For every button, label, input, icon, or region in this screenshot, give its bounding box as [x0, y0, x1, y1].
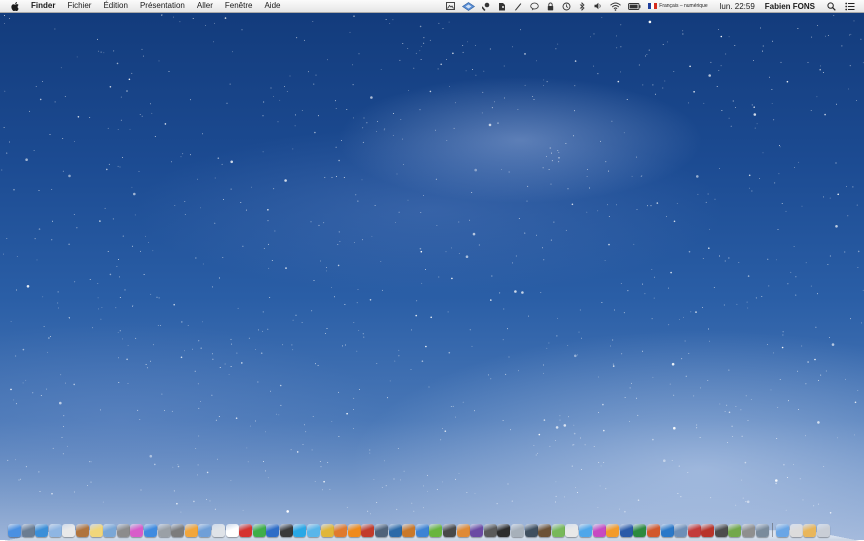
word-icon[interactable] [619, 524, 633, 537]
steam-icon[interactable] [375, 524, 389, 537]
dock [4, 520, 860, 541]
photoshop-icon[interactable] [388, 524, 402, 537]
speech-bubble-icon[interactable] [529, 1, 539, 11]
keychain-icon[interactable] [742, 524, 756, 537]
messages-icon[interactable] [578, 524, 592, 537]
illustrator-icon[interactable] [402, 524, 416, 537]
garageband-icon[interactable] [456, 524, 470, 537]
fast-user-switch[interactable]: Fabien FONS [765, 2, 815, 11]
launchpad-icon[interactable] [21, 524, 35, 537]
wifi-icon[interactable] [609, 1, 621, 11]
contacts-icon[interactable] [75, 524, 89, 537]
twitter-icon[interactable] [307, 524, 321, 537]
vlc-icon[interactable] [347, 524, 361, 537]
menu-clock[interactable]: lun. 22:59 [720, 2, 755, 11]
menu-aller[interactable]: Aller [191, 0, 219, 12]
photos-icon[interactable] [103, 524, 117, 537]
filezilla-icon[interactable] [701, 524, 715, 537]
game-center-icon[interactable] [592, 524, 606, 537]
imovie-icon[interactable] [470, 524, 484, 537]
outlook-icon[interactable] [660, 524, 674, 537]
app-store-icon[interactable] [143, 524, 157, 537]
vmware-icon[interactable] [674, 524, 688, 537]
console-icon[interactable] [524, 524, 538, 537]
volume-icon[interactable] [593, 1, 603, 11]
trash-icon[interactable] [817, 524, 831, 537]
powerpoint-icon[interactable] [646, 524, 660, 537]
downloads-stack-icon[interactable] [803, 524, 817, 537]
pages-icon[interactable] [184, 524, 198, 537]
safari-icon[interactable] [35, 524, 49, 537]
calendar-icon[interactable] [62, 524, 76, 537]
dock-separator[interactable] [772, 523, 774, 537]
firefox-icon[interactable] [334, 524, 348, 537]
mail-icon[interactable] [48, 524, 62, 537]
notification-center-icon[interactable] [845, 1, 855, 11]
image-capture-icon[interactable] [445, 1, 455, 11]
maps-icon[interactable] [551, 524, 565, 537]
numbers-icon[interactable] [211, 524, 225, 537]
excel-icon[interactable] [633, 524, 647, 537]
chrome-icon[interactable] [320, 524, 334, 537]
menu-bar: Finder Fichier Édition Présentation Alle… [0, 0, 864, 13]
starfield-wallpaper [1, 14, 864, 515]
system-preferences-icon[interactable] [171, 524, 185, 537]
bluetooth-icon[interactable] [577, 1, 587, 11]
battery-icon[interactable] [627, 1, 641, 11]
evernote-icon[interactable] [497, 1, 507, 11]
preview-icon[interactable] [116, 524, 130, 537]
itunes-icon[interactable] [130, 524, 144, 537]
dropbox-icon[interactable] [461, 1, 475, 11]
spotlight-search-icon[interactable] [826, 1, 836, 11]
keynote-icon[interactable] [198, 524, 212, 537]
documents-stack-icon[interactable] [789, 524, 803, 537]
utilities-icon[interactable] [755, 524, 769, 537]
aperture-icon[interactable] [443, 524, 456, 537]
wrench-icon[interactable] [481, 1, 491, 11]
parallels-icon[interactable] [687, 524, 701, 537]
lock-icon[interactable] [545, 1, 555, 11]
reminders-icon[interactable] [565, 524, 579, 537]
menu-app-finder[interactable]: Finder [25, 0, 61, 12]
dropbox-app-icon[interactable] [415, 524, 429, 537]
menu-fenetre[interactable]: Fenêtre [219, 0, 259, 12]
input-source-menu[interactable]: Français – numérique [648, 3, 708, 9]
french-flag-icon [648, 3, 658, 9]
spotify-icon[interactable] [429, 524, 443, 537]
notes-icon[interactable] [89, 524, 103, 537]
time-machine-icon[interactable] [561, 1, 571, 11]
menu-aide[interactable]: Aide [258, 0, 286, 12]
ibooks-icon[interactable] [606, 524, 620, 537]
desktop-wallpaper [0, 0, 864, 540]
disk-utility-icon[interactable] [510, 524, 524, 537]
applications-folder-icon[interactable] [776, 524, 790, 537]
coda-icon[interactable] [728, 524, 742, 537]
activity-monitor-icon[interactable] [497, 524, 511, 537]
textedit-icon[interactable] [225, 524, 239, 537]
menu-fichier[interactable]: Fichier [61, 0, 97, 12]
menu-presentation[interactable]: Présentation [134, 0, 191, 12]
sublime-text-icon[interactable] [714, 524, 728, 537]
terminal-icon[interactable] [279, 524, 293, 537]
input-source-label: Français – numérique [659, 3, 708, 9]
transmission-icon[interactable] [361, 524, 375, 537]
pen-icon[interactable] [513, 1, 523, 11]
calculator-icon[interactable] [483, 524, 497, 537]
xcode-icon[interactable] [266, 524, 280, 537]
apple-menu-icon[interactable] [10, 0, 19, 12]
facetime-icon[interactable] [157, 524, 171, 537]
dock-icons [8, 521, 831, 537]
evernote-app-icon[interactable] [252, 524, 266, 537]
chess-icon[interactable] [538, 524, 552, 537]
dictionary-icon[interactable] [239, 524, 253, 537]
finder-icon[interactable] [8, 524, 21, 537]
skype-icon[interactable] [293, 524, 307, 537]
menu-edition[interactable]: Édition [97, 0, 133, 12]
